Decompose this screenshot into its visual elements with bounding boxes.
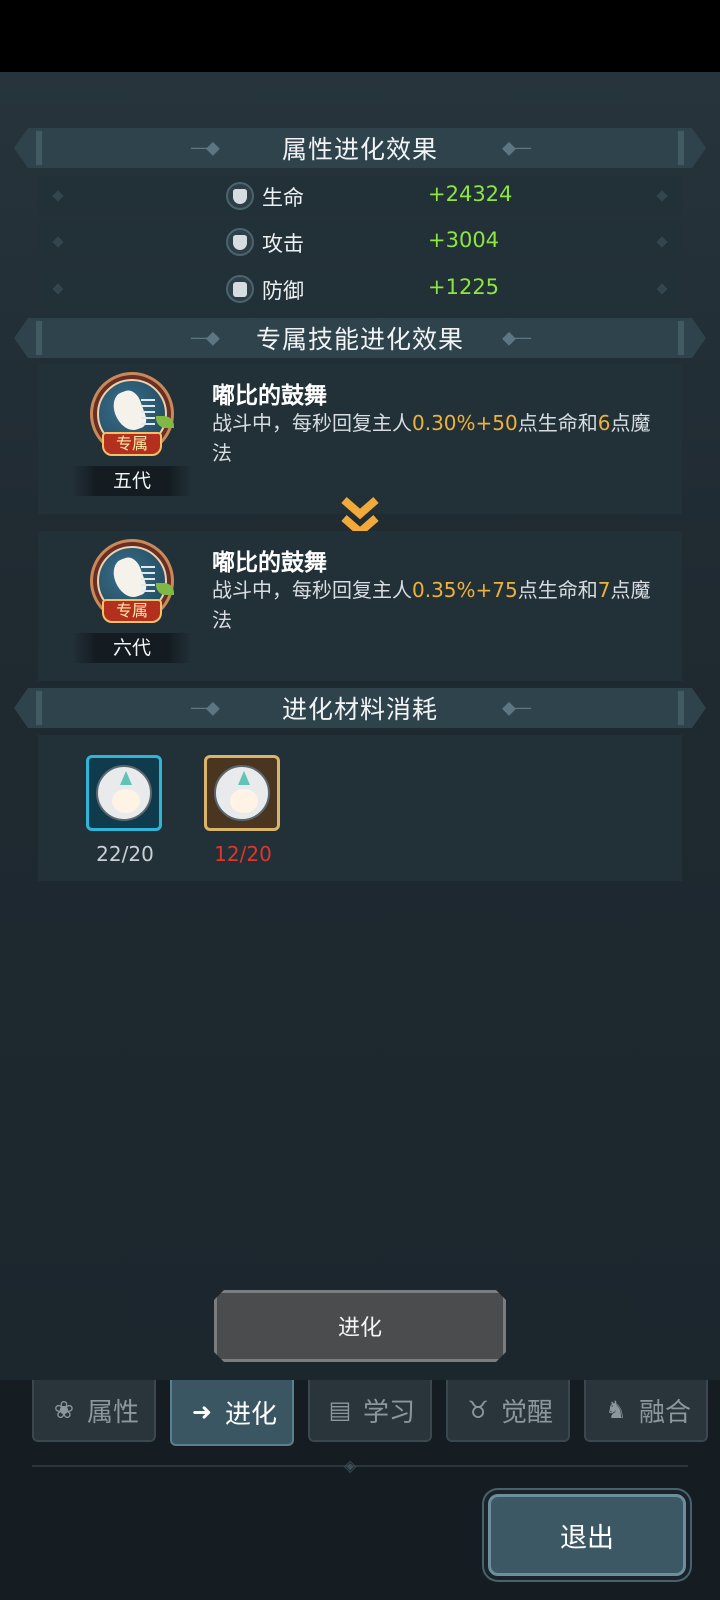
stat-row-defense: 防御 +1225 — [38, 269, 682, 309]
header-ornament-right: ◆— — [502, 327, 530, 349]
skill-section-header: —◆ 专属技能进化效果 ◆— — [14, 318, 706, 358]
tab-label: 学习 — [362, 1397, 415, 1428]
pet-portrait-icon — [96, 765, 152, 821]
material-section-header: —◆ 进化材料消耗 ◆— — [14, 688, 706, 728]
status-bar — [0, 0, 720, 72]
tab-learn[interactable]: ▤ 学习 — [308, 1380, 432, 1442]
skill-description: 战斗中，每秒回复主人0.35%+75点生命和7点魔法 — [212, 578, 651, 632]
skill-name: 嘟比的鼓舞 — [212, 550, 327, 576]
header-ornament-left: —◆ — [190, 137, 218, 159]
stat-name: 攻击 — [262, 232, 304, 256]
tab-label: 觉醒 — [500, 1397, 553, 1428]
tab-fusion[interactable]: ♞ 融合 — [584, 1380, 708, 1442]
divider — [32, 1465, 688, 1467]
header-ornament-left: —◆ — [190, 697, 218, 719]
skill-card-current: 专属 五代 嘟比的鼓舞 战斗中，每秒回复主人0.30%+50点生命和6点魔法 — [38, 364, 682, 514]
header-ornament-right: ◆— — [502, 137, 530, 159]
pet-portrait-icon — [214, 765, 270, 821]
stat-value: +24324 — [428, 182, 513, 206]
stat-row-hp: 生命 +24324 — [38, 176, 682, 216]
book-icon: ▤ — [328, 1396, 352, 1424]
attr-section-title: 属性进化效果 — [281, 135, 438, 164]
stat-name: 防御 — [262, 279, 304, 303]
stat-name: 生命 — [262, 186, 304, 210]
material-count: 22/20 — [96, 842, 154, 866]
exclusive-badge: 专属 — [102, 599, 162, 623]
heart-shield-icon — [226, 228, 254, 256]
horned-mask-icon: ♉ — [467, 1396, 489, 1424]
stat-value: +3004 — [428, 228, 500, 252]
exclusive-badge: 专属 — [102, 432, 162, 456]
tab-evolve[interactable]: ➜ 进化 — [170, 1380, 294, 1446]
arrow-up-icon: ➜ — [191, 1398, 213, 1426]
tab-label: 进化 — [224, 1399, 277, 1430]
tab-attributes[interactable]: ❀ 属性 — [32, 1380, 156, 1442]
beast-icon: ♞ — [605, 1396, 627, 1424]
material-item[interactable] — [204, 755, 284, 835]
evolve-button[interactable]: 进化 — [214, 1290, 506, 1362]
divider-ornament: ◈ — [344, 1456, 357, 1475]
stat-value: +1225 — [428, 275, 500, 299]
material-section-title: 进化材料消耗 — [281, 695, 438, 724]
tab-label: 属性 — [86, 1397, 139, 1428]
header-ornament-left: —◆ — [190, 327, 218, 349]
skill-section-title: 专属技能进化效果 — [255, 325, 464, 354]
skill-name: 嘟比的鼓舞 — [212, 383, 327, 409]
paw-icon: ❀ — [53, 1396, 75, 1424]
skill-card-next: 专属 六代 嘟比的鼓舞 战斗中，每秒回复主人0.35%+75点生命和7点魔法 — [38, 531, 682, 681]
generation-label: 五代 — [72, 466, 192, 496]
shield-icon — [226, 275, 254, 303]
generation-label: 六代 — [72, 633, 192, 663]
header-ornament-right: ◆— — [502, 697, 530, 719]
exit-button[interactable]: 退出 — [488, 1494, 686, 1576]
tab-awaken[interactable]: ♉ 觉醒 — [446, 1380, 570, 1442]
material-count: 12/20 — [214, 842, 272, 866]
heart-shield-icon — [226, 182, 254, 210]
stat-row-attack: 攻击 +3004 — [38, 222, 682, 262]
material-item[interactable] — [86, 755, 166, 835]
attr-section-header: —◆ 属性进化效果 ◆— — [14, 128, 706, 168]
tab-label: 融合 — [638, 1397, 691, 1428]
skill-description: 战斗中，每秒回复主人0.30%+50点生命和6点魔法 — [212, 411, 651, 465]
